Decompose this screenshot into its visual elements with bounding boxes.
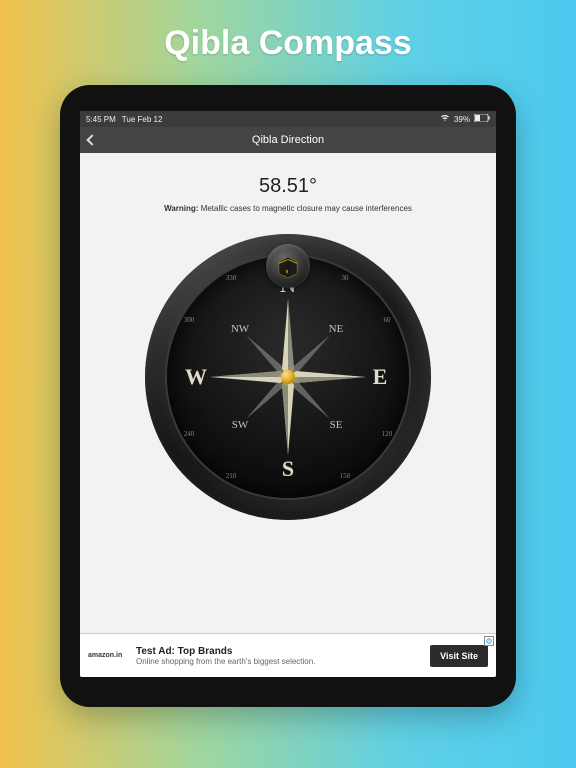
battery-percent: 39% [454,115,470,124]
compass: N E S W NE SE SW NW 30 60 120 150 210 24… [145,234,431,520]
promo-title: Qibla Compass [164,24,412,63]
nav-title: Qibla Direction [252,134,324,146]
ad-brand: amazon.in [88,652,128,659]
compass-deg-210: 210 [226,472,237,480]
compass-ne: NE [329,323,344,335]
ad-close-icon[interactable] [484,636,494,646]
status-time: 5:45 PM [86,115,116,124]
device-frame: 5:45 PM Tue Feb 12 39% Qibla Direction [60,85,516,707]
compass-sw: SW [232,419,249,431]
compass-deg-150: 150 [340,472,351,480]
kaaba-icon [266,244,310,288]
qibla-degree: 58.51° [259,175,317,198]
compass-hub-icon [281,370,295,384]
compass-deg-240: 240 [184,430,195,438]
compass-deg-30: 30 [342,274,349,282]
nav-bar: Qibla Direction [80,127,496,153]
ad-cta-button[interactable]: Visit Site [430,645,488,667]
compass-se: SE [330,419,343,431]
compass-e: E [373,364,388,390]
status-bar: 5:45 PM Tue Feb 12 39% [80,111,496,127]
compass-deg-60: 60 [384,316,391,324]
warning-text: Warning: Metallic cases to magnetic clos… [164,204,412,214]
compass-nw: NW [231,323,249,335]
status-date: Tue Feb 12 [122,115,163,124]
wifi-icon [440,114,450,124]
ad-banner[interactable]: amazon.in Test Ad: Top Brands Online sho… [80,633,496,677]
battery-icon [474,114,490,124]
compass-s: S [282,456,294,482]
compass-deg-120: 120 [382,430,393,438]
ad-subtitle: Online shopping from the earth's biggest… [136,657,422,666]
back-icon[interactable] [86,134,97,145]
compass-deg-300: 300 [184,316,195,324]
warning-label: Warning: [164,204,198,213]
ad-title: Test Ad: Top Brands [136,646,422,657]
device-screen: 5:45 PM Tue Feb 12 39% Qibla Direction [80,111,496,677]
main-content: 58.51° Warning: Metallic cases to magnet… [80,153,496,633]
compass-w: W [185,364,207,390]
compass-deg-330: 330 [226,274,237,282]
warning-body: Metallic cases to magnetic closure may c… [198,204,411,213]
